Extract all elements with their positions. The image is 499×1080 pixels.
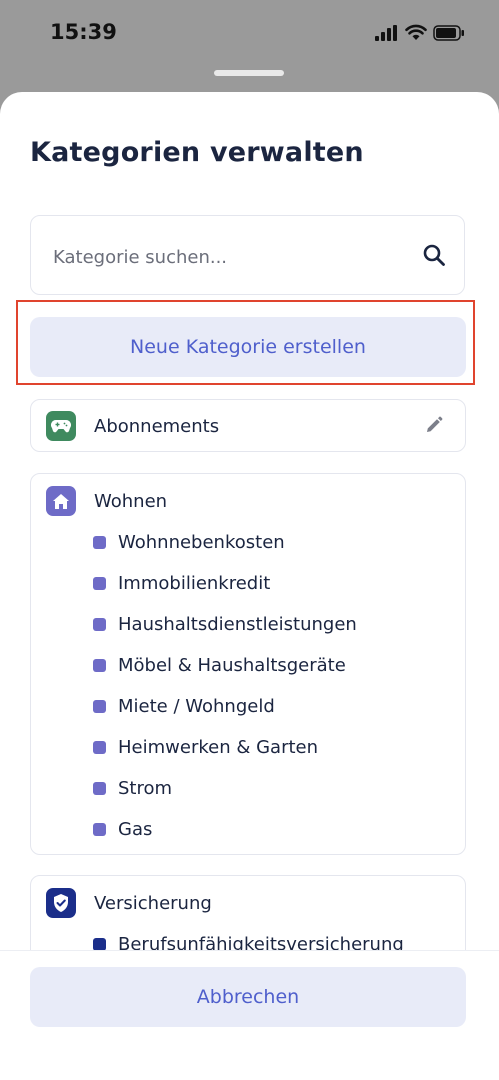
subcategory-label: Haushaltsdienstleistungen (118, 614, 357, 635)
category-label: Abonnements (94, 415, 220, 437)
gamepad-icon (46, 411, 76, 441)
search-input[interactable] (51, 238, 415, 276)
subcategory-list: Wohnnebenkosten Immobilienkredit Haushal… (93, 522, 357, 850)
new-category-button[interactable]: Neue Kategorie erstellen (30, 317, 466, 377)
subcategory-label: Gas (118, 819, 153, 840)
subcategory-item[interactable]: Möbel & Haushaltsgeräte (93, 645, 357, 686)
subcategory-item[interactable]: Heimwerken & Garten (93, 727, 357, 768)
status-time: 15:39 (50, 20, 117, 44)
subcategory-item[interactable]: Wohnnebenkosten (93, 522, 357, 563)
color-bullet (93, 741, 106, 754)
category-label: Wohnen (94, 490, 168, 512)
status-bar: 15:39 (0, 0, 499, 66)
wifi-icon (405, 24, 427, 40)
subcategory-item[interactable]: Gas (93, 809, 357, 850)
shield-check-icon (46, 888, 76, 918)
home-icon (46, 486, 76, 516)
subcategory-label: Miete / Wohngeld (118, 696, 275, 717)
search-icon[interactable] (422, 243, 446, 267)
color-bullet (93, 823, 106, 836)
color-bullet (93, 700, 106, 713)
category-card-wohnen[interactable]: Wohnen Wohnnebenkosten Immobilienkredit … (30, 473, 466, 855)
color-bullet (93, 659, 106, 672)
search-box[interactable] (30, 215, 465, 295)
subcategory-label: Wohnnebenkosten (118, 532, 285, 553)
category-header: Abonnements (46, 411, 219, 441)
subcategory-item[interactable]: Miete / Wohngeld (93, 686, 357, 727)
subcategory-item[interactable]: Haushaltsdienstleistungen (93, 604, 357, 645)
sheet-title: Kategorien verwalten (30, 137, 364, 168)
color-bullet (93, 618, 106, 631)
cancel-button[interactable]: Abbrechen (30, 967, 466, 1027)
subcategory-label: Heimwerken & Garten (118, 737, 319, 758)
color-bullet (93, 782, 106, 795)
signal-icon (375, 24, 397, 41)
category-header: Versicherung (46, 888, 212, 918)
subcategory-label: Strom (118, 778, 173, 799)
color-bullet (93, 536, 106, 549)
subcategory-item[interactable]: Immobilienkredit (93, 563, 357, 604)
sheet-footer: Abbrechen (0, 950, 499, 1080)
color-bullet (93, 577, 106, 590)
category-header: Wohnen (46, 486, 167, 516)
subcategory-label: Möbel & Haushaltsgeräte (118, 655, 346, 676)
category-card-abonnements[interactable]: Abonnements (30, 399, 466, 452)
subcategory-item[interactable]: Strom (93, 768, 357, 809)
pencil-icon[interactable] (425, 416, 443, 434)
battery-icon (433, 24, 464, 41)
manage-categories-sheet: Kategorien verwalten Neue Kategorie erst… (0, 92, 499, 1080)
category-label: Versicherung (94, 892, 212, 914)
subcategory-label: Immobilienkredit (118, 573, 271, 594)
sheet-grabber[interactable] (214, 70, 284, 76)
status-icons (375, 24, 465, 41)
